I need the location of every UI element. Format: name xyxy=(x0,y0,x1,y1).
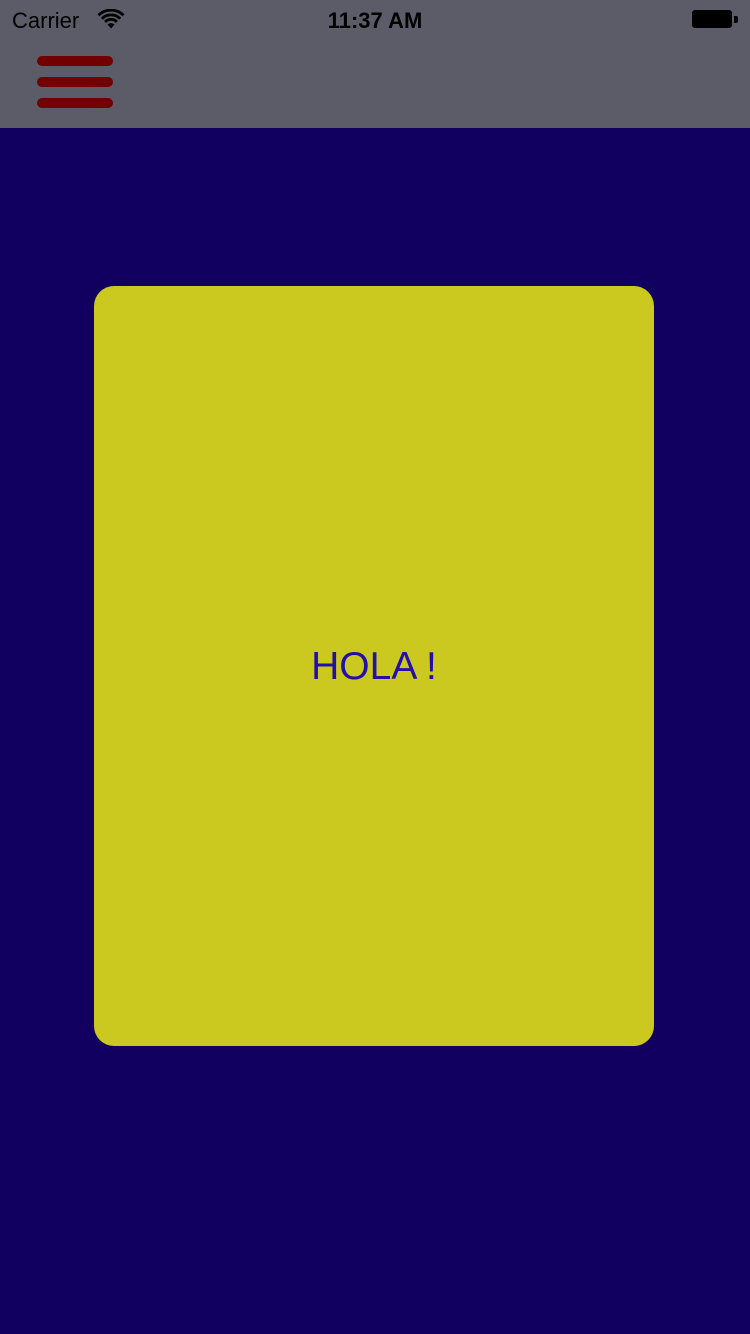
menu-line-middle xyxy=(37,77,113,87)
greeting-card: HOLA ! xyxy=(94,286,654,1046)
menu-line-top xyxy=(37,56,113,66)
status-time: 11:37 AM xyxy=(327,8,423,33)
greeting-text: HOLA ! xyxy=(311,644,437,688)
status-bar: Carrier 11:37 AM xyxy=(0,0,750,40)
menu-line-bottom xyxy=(37,98,113,108)
battery-tip xyxy=(734,16,738,23)
hamburger-menu-icon[interactable] xyxy=(37,56,113,110)
battery-icon xyxy=(692,10,738,30)
battery-body xyxy=(692,10,732,28)
top-bar: Carrier 11:37 AM xyxy=(0,0,750,128)
